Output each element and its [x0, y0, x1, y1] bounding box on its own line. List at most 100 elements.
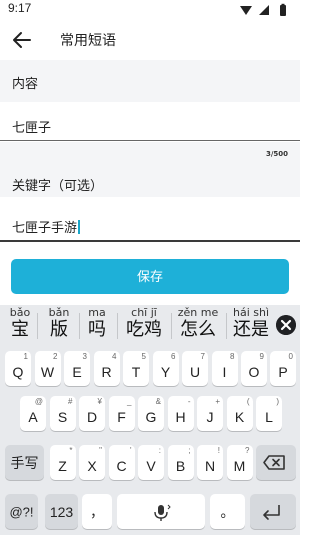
key-w[interactable]: 2W: [34, 351, 61, 386]
enter-key[interactable]: [250, 494, 296, 529]
cellular-icon: [259, 5, 269, 15]
key-label: T: [131, 364, 141, 380]
key-label: I: [222, 364, 227, 380]
key-label: R: [101, 364, 112, 380]
candidate-item[interactable]: bǎo 宝: [5, 307, 35, 341]
candidate-separator: [37, 313, 38, 339]
key-x[interactable]: " X: [79, 445, 105, 480]
key-r[interactable]: 4R: [93, 351, 120, 386]
battery-icon: [280, 3, 286, 16]
candidate-separator: [117, 313, 118, 339]
key-sup: 7: [200, 352, 205, 361]
microphone-icon: [154, 504, 171, 521]
key-sup: ;: [188, 446, 191, 455]
key-y[interactable]: 6Y: [152, 351, 179, 386]
content-field[interactable]: 七匣子: [0, 102, 300, 142]
key-n[interactable]: ! N: [197, 445, 223, 480]
candidate-pinyin: ma: [88, 306, 106, 319]
key-sup: 4: [112, 352, 117, 361]
key-sup: 0: [288, 352, 293, 361]
key-b[interactable]: ; B: [167, 445, 194, 480]
key-label: U: [189, 364, 201, 380]
candidate-separator: [79, 313, 80, 339]
candidate-item[interactable]: ma 吗: [83, 307, 111, 341]
key-k[interactable]: (K: [226, 396, 253, 431]
key-label: 手写: [10, 454, 39, 471]
key-label: X: [87, 458, 97, 474]
keyword-field-value[interactable]: 七匣子手游: [12, 217, 80, 236]
candidate-pinyin: bǎn: [48, 306, 70, 319]
text-cursor: [78, 220, 80, 234]
space-key[interactable]: [117, 494, 205, 529]
key-sup: :: [158, 446, 161, 455]
key-z[interactable]: * Z: [49, 445, 76, 480]
keyword-field-underline: [0, 240, 300, 242]
key-o[interactable]: 9O: [241, 351, 267, 386]
key-label: E: [72, 364, 82, 380]
key-sup: #: [68, 397, 73, 406]
key-sup: ): [276, 397, 279, 406]
key-sup: 8: [230, 352, 235, 361]
close-icon[interactable]: [276, 315, 296, 335]
symbols-key[interactable]: @?!: [5, 494, 38, 529]
key-label: V: [146, 458, 156, 474]
key-e[interactable]: 3E: [64, 351, 90, 386]
candidate-separator: [171, 313, 172, 339]
content-char-counter: 3/500: [265, 150, 288, 158]
numbers-key[interactable]: 123: [45, 494, 78, 529]
key-v[interactable]: :V: [138, 445, 164, 480]
candidate-hanzi: 版: [50, 319, 68, 340]
key-d[interactable]: ¥ D: [79, 396, 105, 431]
candidate-hanzi: 吃鸡: [126, 319, 162, 340]
key-i[interactable]: 8I: [211, 351, 238, 386]
keyword-label-section: 关键字（可选）: [0, 142, 300, 197]
key-sup: ¥: [97, 397, 102, 406]
candidate-item[interactable]: hái shì 还是: [229, 307, 273, 341]
key-c[interactable]: ' C: [108, 445, 135, 480]
key-label: G: [145, 409, 157, 425]
content-field-value[interactable]: 七匣子: [12, 117, 51, 136]
key-f[interactable]: _ F: [108, 396, 135, 431]
key-label: B: [175, 458, 186, 474]
keyword-field[interactable]: 七匣子手游: [0, 197, 300, 243]
key-sup: 3: [82, 352, 87, 361]
key-p[interactable]: 0P: [270, 351, 296, 386]
comma-key[interactable]: ，: [82, 494, 112, 529]
backspace-key[interactable]: [256, 445, 296, 480]
key-label: D: [86, 409, 98, 425]
key-s[interactable]: # S: [49, 396, 76, 431]
candidate-bar: bǎo 宝 bǎn 版 ma 吗 chī jī 吃鸡 zěn me 怎么 hái…: [0, 305, 300, 345]
key-g[interactable]: & G: [138, 396, 164, 431]
handwriting-key[interactable]: 手写: [5, 445, 44, 480]
key-label: J: [206, 409, 214, 425]
key-label: 123: [49, 503, 74, 520]
key-label: Y: [160, 364, 171, 380]
key-label: C: [116, 458, 127, 474]
key-j[interactable]: + J: [197, 396, 223, 431]
content-field-underline: [0, 140, 300, 141]
key-l[interactable]: ) L: [256, 396, 282, 431]
key-a[interactable]: @ A: [20, 396, 46, 431]
candidate-item[interactable]: zěn me 怎么: [175, 307, 221, 341]
period-key[interactable]: 。: [210, 494, 245, 529]
key-sup: (: [246, 397, 250, 406]
soft-keyboard: bǎo 宝 bǎn 版 ma 吗 chī jī 吃鸡 zěn me 怎么 hái…: [0, 305, 300, 535]
key-sup: -: [187, 397, 191, 406]
key-m[interactable]: ? M: [226, 445, 253, 480]
key-sup: ?: [245, 446, 250, 455]
key-t[interactable]: 5T: [123, 351, 149, 386]
key-label: F: [117, 409, 126, 425]
key-u[interactable]: 7U: [182, 351, 208, 386]
candidate-pinyin: hái shì: [232, 306, 270, 319]
candidate-item[interactable]: chī jī 吃鸡: [122, 307, 166, 341]
save-button[interactable]: 保存: [11, 259, 289, 294]
key-label: M: [233, 458, 246, 474]
candidate-item[interactable]: bǎn 版: [42, 307, 76, 341]
key-q[interactable]: 1Q: [5, 351, 31, 386]
candidate-pinyin: zěn me: [177, 306, 219, 319]
back-arrow-icon[interactable]: [10, 28, 34, 52]
key-h[interactable]: -H: [167, 396, 194, 431]
key-label: Q: [12, 364, 24, 380]
key-sup: &: [155, 397, 161, 406]
key-sup: 5: [141, 352, 146, 361]
